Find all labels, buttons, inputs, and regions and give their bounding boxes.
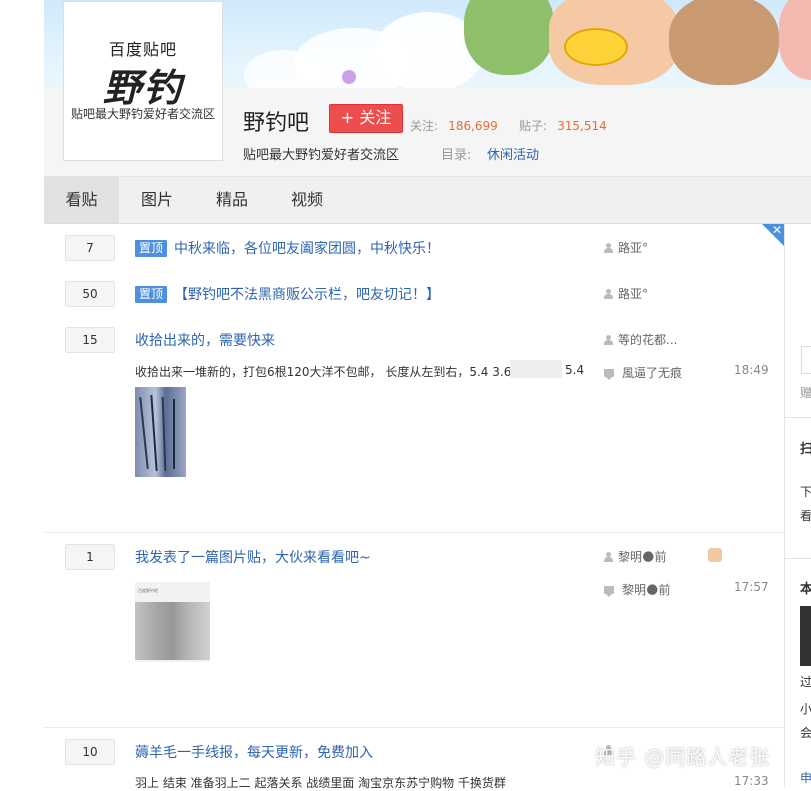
right-sidebar: 赠 扫 下 看 本 过 小 会 申 (785, 224, 811, 787)
reply-count: 7 (65, 235, 115, 261)
forum-stats: 关注: 186,699 贴子: 315,514 (410, 117, 607, 134)
sticky-badge: 置顶 (135, 240, 168, 257)
sidebar-heading: 本 (800, 582, 811, 597)
reply-count: 1 (65, 544, 115, 570)
last-reply-author[interactable]: 風逼了无痕 (604, 364, 682, 381)
thread-list (44, 224, 785, 787)
blurred-text (510, 360, 562, 378)
cartoon-character-bear (669, 0, 779, 85)
logo-slogan: 贴吧最大野钓爱好者交流区 (70, 107, 215, 121)
followers-label: 关注: (410, 119, 439, 133)
user-icon (604, 289, 613, 299)
sidebar-text: 看 (800, 509, 811, 523)
thread-author[interactable]: 黎明🌑前 (604, 548, 667, 565)
last-reply-time: 18:49 (734, 363, 769, 377)
directory-link[interactable]: 休闲活动 (487, 144, 539, 163)
forum-tabs: 看贴 图片 精品 视频 (44, 177, 811, 224)
sidebar-text: 下 (800, 485, 811, 499)
posts-label: 贴子: (518, 119, 547, 133)
thread-title-row: 置顶 中秋来临，各位吧友阖家团圆，中秋快乐！ (135, 238, 440, 258)
last-reply-author[interactable]: 黎明🌑前 (604, 581, 671, 598)
thread-excerpt: 收拾出来一堆新的，打包6根120大洋不包邮， 长度从左到右，5.4 3.6 4 (135, 365, 523, 379)
tab-videos[interactable]: 视频 (274, 177, 340, 223)
thread-author[interactable]: 路亚° (604, 285, 648, 302)
user-icon (604, 335, 613, 345)
thread-divider (44, 727, 784, 728)
reply-count: 10 (65, 739, 115, 765)
reply-count: 15 (65, 327, 115, 353)
thread-title[interactable]: 中秋来临，各位吧友阖家团圆，中秋快乐！ (174, 241, 440, 257)
forum-title: 野钓吧 (243, 111, 310, 136)
thread-title[interactable]: 我发表了一篇图片贴，大伙来看看吧~ (135, 547, 371, 567)
sidebar-heading: 扫 (800, 442, 811, 457)
thread-title[interactable]: 薅羊毛一手线报，每天更新，免费加入 (135, 742, 373, 762)
thread-excerpt-end: 5.4 (565, 363, 585, 377)
balloon-decor (342, 70, 356, 84)
duck-float-decor (564, 28, 628, 66)
thread-title[interactable]: 收拾出来的，需要快来 (135, 330, 275, 350)
last-reply-time: 17:33 (734, 774, 769, 788)
last-reply-time: 17:57 (734, 580, 769, 594)
reply-icon (604, 369, 614, 380)
cartoon-character-green (464, 0, 554, 75)
tab-images[interactable]: 图片 (124, 177, 190, 223)
user-icon (604, 243, 613, 253)
user-icon (604, 552, 613, 562)
thread-thumbnail[interactable] (135, 387, 186, 477)
thread-excerpt: 羽上 结束 准备羽上二 起落关系 战绩里面 淘宝京东苏宁购物 千换货群 (135, 776, 506, 790)
watermark: 知乎 @同路人老张 (595, 745, 771, 769)
cartoon-character-girl (779, 0, 811, 80)
thread-thumbnail[interactable]: 百度野钓吧 (135, 582, 210, 662)
thumbnail-caption: 百度野钓吧 (138, 588, 158, 593)
sticky-badge: 置顶 (135, 286, 168, 303)
thread-title[interactable]: 【野钓吧不法黑商贩公示栏，吧友切记！】 (174, 287, 440, 303)
sidebar-text: 会 (800, 726, 811, 740)
reply-count: 50 (65, 281, 115, 307)
forum-slogan: 贴吧最大野钓爱好者交流区 (243, 148, 400, 163)
tab-featured[interactable]: 精品 (199, 177, 265, 223)
forum-logo[interactable]: 百度贴吧 野钓 贴吧最大野钓爱好者交流区 (63, 1, 223, 161)
sidebar-text: 小 (800, 702, 811, 716)
thread-author[interactable]: 路亚° (604, 239, 648, 256)
reply-icon (604, 586, 614, 597)
sidebar-text: 过 (800, 675, 811, 689)
thread-divider (44, 532, 784, 533)
level-badge-icon (708, 548, 722, 562)
sidebar-card-edge (801, 346, 811, 374)
tab-posts[interactable]: 看贴 (44, 177, 119, 223)
posts-count: 315,514 (557, 119, 607, 133)
sidebar-avatar[interactable] (800, 606, 811, 666)
sidebar-link[interactable]: 申 (800, 769, 811, 786)
directory-label: 目录: (441, 148, 472, 163)
sidebar-text: 赠 (800, 386, 811, 400)
follow-button[interactable]: + 关注 (329, 104, 403, 133)
followers-count: 186,699 (448, 119, 498, 133)
thread-author[interactable]: 等的花都... (604, 331, 677, 348)
thread-title-row: 置顶 【野钓吧不法黑商贩公示栏，吧友切记！】 (135, 284, 440, 304)
logo-forum-name: 野钓 (102, 65, 183, 110)
